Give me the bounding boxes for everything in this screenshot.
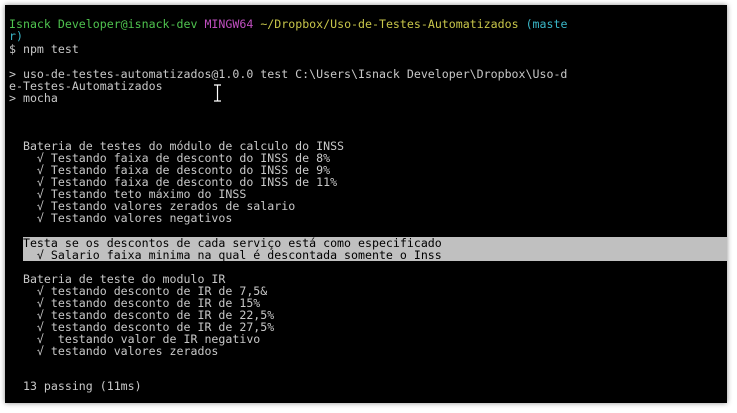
prompt-branch: (maste xyxy=(525,17,568,31)
test-result: √ Salario faixa minima na qual é descont… xyxy=(9,248,442,262)
prompt-branch-wrap: r) xyxy=(9,29,23,43)
npm-output-line: > mocha xyxy=(9,91,58,105)
text-cursor-icon xyxy=(213,84,222,102)
prompt-system: MINGW64 xyxy=(204,17,254,31)
prompt-line: Isnack Developer@isnack-dev MINGW64 ~/Dr… xyxy=(9,18,567,30)
command-line: $ npm test xyxy=(9,42,79,56)
test-result: √ Testando valores negativos xyxy=(9,211,233,225)
passing-summary: 13 passing (11ms) xyxy=(9,379,142,393)
prompt-user-host: Isnack Developer@isnack-dev xyxy=(9,17,198,31)
terminal-window[interactable]: Isnack Developer@isnack-dev MINGW64 ~/Dr… xyxy=(5,5,727,403)
prompt-path: ~/Dropbox/Uso-de-Testes-Automatizados xyxy=(260,17,519,31)
test-result: √ testando valores zerados xyxy=(9,344,219,358)
